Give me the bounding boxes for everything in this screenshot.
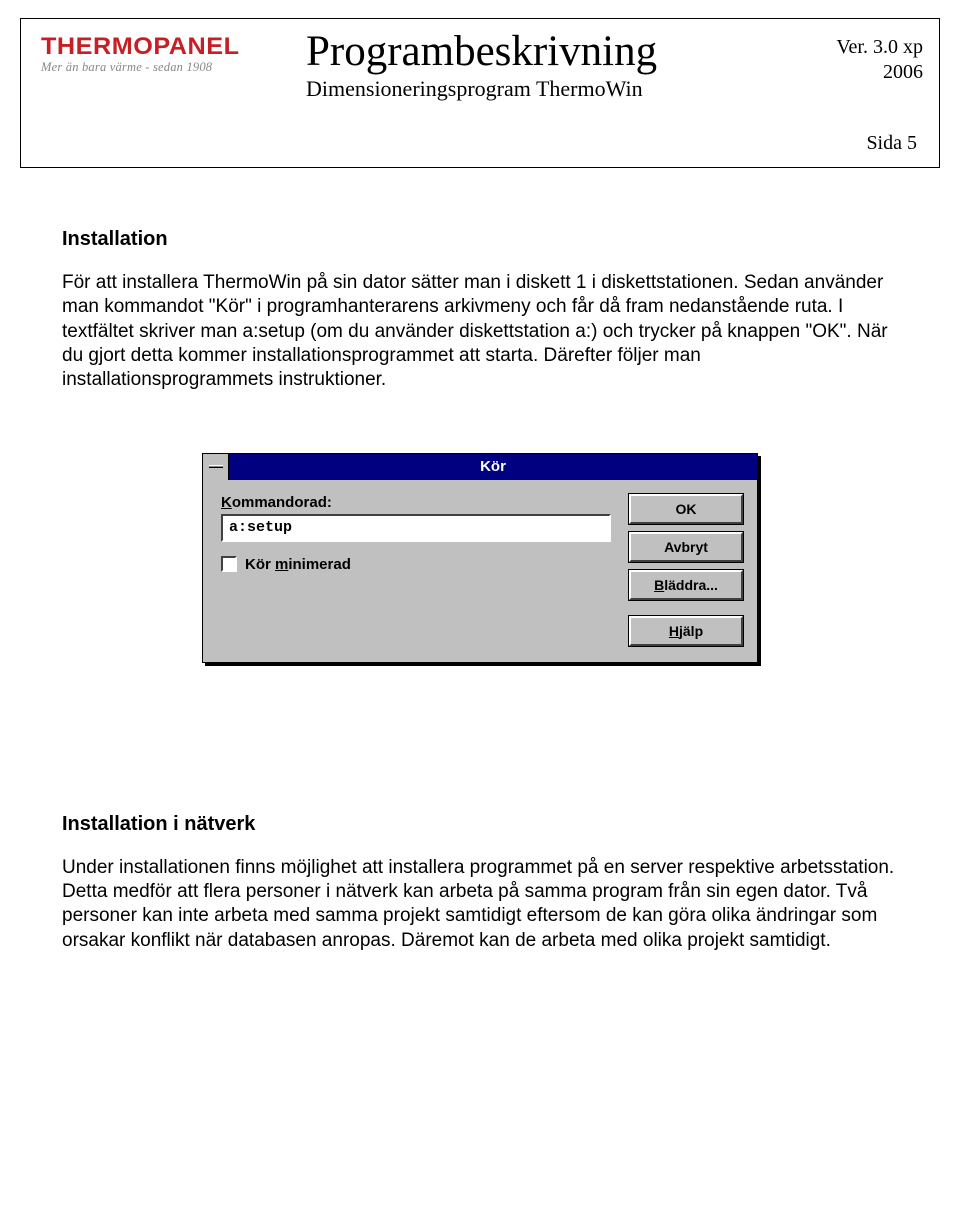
dialog-left-column: Kommandorad: a:setup Kör minimerad xyxy=(221,494,611,573)
ok-button[interactable]: OK xyxy=(629,494,743,524)
minimize-label: Kör minimerad xyxy=(245,556,351,573)
section-heading-installation: Installation xyxy=(62,228,900,251)
dialog-button-column: OK Avbryt Bläddra... Hjälp xyxy=(629,494,743,646)
sysmenu-line-icon xyxy=(209,465,223,468)
dialog-screenshot: Kör Kommandorad: a:setup Kör minimerad O… xyxy=(202,453,900,663)
section-body-installation: För att installera ThermoWin på sin dato… xyxy=(62,271,900,393)
minimize-checkbox-row[interactable]: Kör minimerad xyxy=(221,556,611,573)
document-page: THERMOPANEL Mer än bara värme - sedan 19… xyxy=(0,0,960,1013)
header-inner: THERMOPANEL Mer än bara värme - sedan 19… xyxy=(41,29,923,102)
command-input[interactable]: a:setup xyxy=(221,514,611,542)
title-block: Programbeskrivning Dimensioneringsprogra… xyxy=(306,29,793,102)
browse-button[interactable]: Bläddra... xyxy=(629,570,743,600)
version-year: 2006 xyxy=(813,60,923,85)
dialog-title: Kör xyxy=(229,454,757,480)
help-button[interactable]: Hjälp xyxy=(629,616,743,646)
page-title: Programbeskrivning xyxy=(306,29,793,74)
version-line: Ver. 3.0 xp xyxy=(813,35,923,60)
command-label: Kommandorad: xyxy=(221,494,611,511)
page-number: Sida 5 xyxy=(41,132,923,155)
logo-tagline: Mer än bara värme - sedan 1908 xyxy=(41,60,286,75)
dialog-body: Kommandorad: a:setup Kör minimerad OK Av… xyxy=(203,480,757,662)
system-menu-icon[interactable] xyxy=(203,454,229,480)
logo-text: THERMOPANEL xyxy=(41,33,298,61)
header-box: THERMOPANEL Mer än bara värme - sedan 19… xyxy=(20,18,940,168)
logo-block: THERMOPANEL Mer än bara värme - sedan 19… xyxy=(41,29,286,75)
content-area: Installation För att installera ThermoWi… xyxy=(20,228,940,953)
checkbox-icon[interactable] xyxy=(221,556,237,572)
cancel-button[interactable]: Avbryt xyxy=(629,532,743,562)
page-subtitle: Dimensioneringsprogram ThermoWin xyxy=(306,76,793,102)
dialog-titlebar: Kör xyxy=(203,454,757,480)
section-heading-network: Installation i nätverk xyxy=(62,813,900,836)
version-block: Ver. 3.0 xp 2006 xyxy=(813,29,923,85)
run-dialog: Kör Kommandorad: a:setup Kör minimerad O… xyxy=(202,453,758,663)
section-body-network: Under installationen finns möjlighet att… xyxy=(62,856,900,953)
